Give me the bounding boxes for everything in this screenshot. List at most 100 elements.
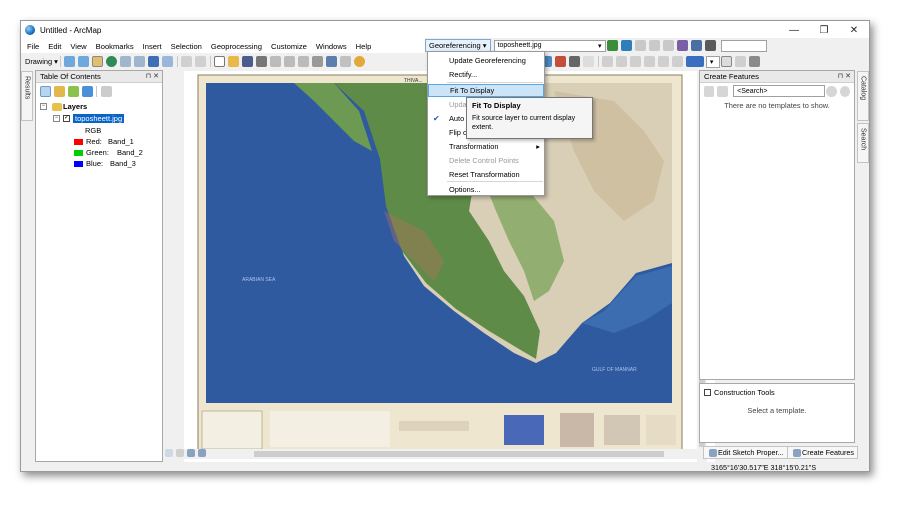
results-tab[interactable]: Results	[21, 71, 33, 121]
create-features-panel: Create Features ⊓ ✕ <Search> There are n…	[699, 70, 855, 380]
menu-edit[interactable]: Edit	[48, 42, 61, 51]
link-table-icon[interactable]	[691, 40, 703, 51]
horizontal-scroll-thumb[interactable]	[254, 451, 664, 457]
layer-visibility-checkbox[interactable]: ✓	[63, 115, 70, 122]
check-mark-icon: ✔	[433, 114, 440, 123]
auto-registration-icon[interactable]	[621, 40, 633, 51]
menu-windows[interactable]: Windows	[316, 42, 347, 51]
organize-templates-icon[interactable]	[703, 85, 715, 97]
drawing-menu[interactable]: Drawing ▾	[25, 57, 58, 66]
new-document-icon[interactable]	[214, 56, 226, 67]
data-view-icon[interactable]	[164, 449, 173, 457]
georef-layer-dropdown[interactable]: toposheett.jpg ▾	[493, 39, 606, 52]
print-icon[interactable]	[256, 56, 268, 67]
layout-view-switch-icon[interactable]	[175, 449, 184, 457]
delete-link-icon[interactable]	[663, 40, 675, 51]
menu-item-reset-transformation[interactable]: Reset Transformation	[428, 168, 544, 181]
editor-icon[interactable]	[749, 56, 761, 67]
layout-tool-4-icon[interactable]	[644, 56, 656, 67]
list-by-selection-icon[interactable]	[81, 85, 93, 97]
menu-geoprocessing[interactable]: Geoprocessing	[211, 42, 262, 51]
refresh-icon[interactable]	[186, 449, 195, 457]
maximize-button[interactable]: ❐	[809, 21, 839, 39]
search-tab[interactable]: Search	[857, 123, 869, 163]
menu-item-options[interactable]: Options...	[428, 183, 544, 196]
menu-item-rectify[interactable]: Rectify...	[428, 68, 544, 81]
minimize-button[interactable]: —	[779, 21, 809, 39]
select-link-icon[interactable]	[635, 40, 647, 51]
menu-item-delete-control-points[interactable]: Delete Control Points	[428, 154, 544, 167]
open-icon[interactable]	[228, 56, 240, 67]
window-title: Untitled - ArcMap	[40, 25, 102, 35]
toc-pin-close-icon[interactable]: ⊓ ✕	[146, 72, 159, 80]
pan-icon[interactable]	[92, 56, 104, 67]
full-extent-icon[interactable]	[106, 56, 118, 67]
add-control-points-icon[interactable]	[607, 40, 619, 51]
zoom-in-icon[interactable]	[64, 56, 76, 67]
zoom-to-link-icon[interactable]	[649, 40, 661, 51]
select-features-icon[interactable]	[181, 56, 193, 67]
layout-view-icon[interactable]	[721, 56, 733, 67]
zoom-out-icon[interactable]	[78, 56, 90, 67]
delete-icon[interactable]	[312, 56, 324, 67]
menu-view[interactable]: View	[70, 42, 86, 51]
paste-icon[interactable]	[298, 56, 310, 67]
add-data-icon[interactable]	[354, 56, 366, 67]
scale-input[interactable]	[720, 39, 767, 52]
undo-icon[interactable]	[326, 56, 338, 67]
filter-icon[interactable]	[717, 85, 728, 97]
python-icon[interactable]	[569, 56, 581, 67]
collapse-icon[interactable]: −	[40, 103, 47, 110]
forward-extent-icon[interactable]	[162, 56, 174, 67]
menu-item-fit-to-display[interactable]: Fit To Display	[428, 84, 544, 97]
construction-tools-toggle[interactable]	[704, 389, 711, 396]
list-by-visibility-icon[interactable]	[67, 85, 79, 97]
color-dropdown[interactable]: ▾	[705, 55, 720, 68]
list-by-drawing-order-icon[interactable]	[39, 85, 51, 97]
toc-options-icon[interactable]	[100, 85, 112, 97]
rotate-icon[interactable]	[705, 40, 717, 51]
list-by-source-icon[interactable]	[53, 85, 65, 97]
table-view-icon[interactable]	[735, 56, 747, 67]
copy-icon[interactable]	[284, 56, 296, 67]
menu-customize[interactable]: Customize	[271, 42, 307, 51]
layout-tool-1-icon[interactable]	[602, 56, 614, 67]
edit-sketch-properties-button[interactable]: Edit Sketch Proper...	[703, 446, 788, 459]
horizontal-scrollbar[interactable]	[184, 449, 698, 459]
save-icon[interactable]	[242, 56, 254, 67]
pause-drawing-icon[interactable]	[197, 449, 206, 457]
layout-tool-5-icon[interactable]	[658, 56, 670, 67]
viewer-icon[interactable]	[677, 40, 689, 51]
arctoolbox-icon[interactable]	[555, 56, 567, 67]
create-features-pin-close-icon[interactable]: ⊓ ✕	[838, 72, 851, 80]
clear-selection-icon[interactable]	[195, 56, 207, 67]
catalog-tab[interactable]: Catalog	[857, 71, 869, 121]
layout-tool-3-icon[interactable]	[630, 56, 642, 67]
fixed-zoom-in-icon[interactable]	[120, 56, 132, 67]
help-icon[interactable]	[839, 85, 851, 97]
construction-tools-title: Construction Tools	[714, 388, 775, 397]
model-builder-icon[interactable]	[583, 56, 595, 67]
template-search-input[interactable]: <Search>	[733, 85, 825, 97]
create-features-button[interactable]: Create Features	[787, 446, 858, 459]
search-icon[interactable]	[826, 85, 837, 97]
color-swatch-icon[interactable]	[686, 56, 705, 67]
layout-tool-2-icon[interactable]	[616, 56, 628, 67]
menu-selection[interactable]: Selection	[171, 42, 202, 51]
redo-icon[interactable]	[340, 56, 352, 67]
layers-group-row[interactable]: − Layers	[40, 102, 87, 111]
menu-insert[interactable]: Insert	[143, 42, 162, 51]
menu-item-update-georeferencing[interactable]: Update Georeferencing	[428, 54, 544, 67]
fixed-zoom-out-icon[interactable]	[134, 56, 146, 67]
collapse-icon[interactable]: −	[53, 115, 60, 122]
close-button[interactable]: ✕	[839, 21, 869, 39]
layer-name[interactable]: toposheett.jpg	[73, 114, 125, 123]
layer-row[interactable]: − ✓ toposheett.jpg	[53, 114, 125, 123]
menu-help[interactable]: Help	[356, 42, 372, 51]
menu-file[interactable]: File	[27, 42, 39, 51]
cut-icon[interactable]	[270, 56, 282, 67]
menu-item-transformation[interactable]: Transformation ▸	[428, 140, 544, 153]
layout-tool-6-icon[interactable]	[672, 56, 684, 67]
back-extent-icon[interactable]	[148, 56, 160, 67]
menu-bookmarks[interactable]: Bookmarks	[96, 42, 134, 51]
